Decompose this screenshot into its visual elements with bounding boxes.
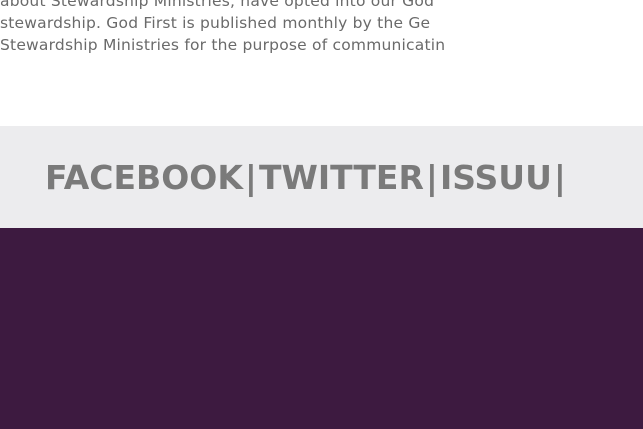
social-links: FACEBOOK|TWITTER|ISSUU| xyxy=(45,156,568,200)
issuu-link[interactable]: ISSUU xyxy=(440,158,552,197)
intro-text-line-2: stewardship. God First is published mont… xyxy=(0,14,431,32)
separator: | xyxy=(244,158,257,197)
twitter-link[interactable]: TWITTER xyxy=(259,158,424,197)
facebook-link[interactable]: FACEBOOK xyxy=(45,158,243,197)
intro-text-section: about Stewardship Ministries, have opted… xyxy=(0,0,643,126)
separator: | xyxy=(553,158,566,197)
intro-text-line-1: about Stewardship Ministries, have opted… xyxy=(0,0,435,10)
email-page: about Stewardship Ministries, have opted… xyxy=(0,0,643,429)
separator: | xyxy=(425,158,438,197)
intro-text-line-3: Stewardship Ministries for the purpose o… xyxy=(0,36,446,54)
social-links-bar: FACEBOOK|TWITTER|ISSUU| xyxy=(0,126,643,228)
footer-block xyxy=(0,228,643,429)
